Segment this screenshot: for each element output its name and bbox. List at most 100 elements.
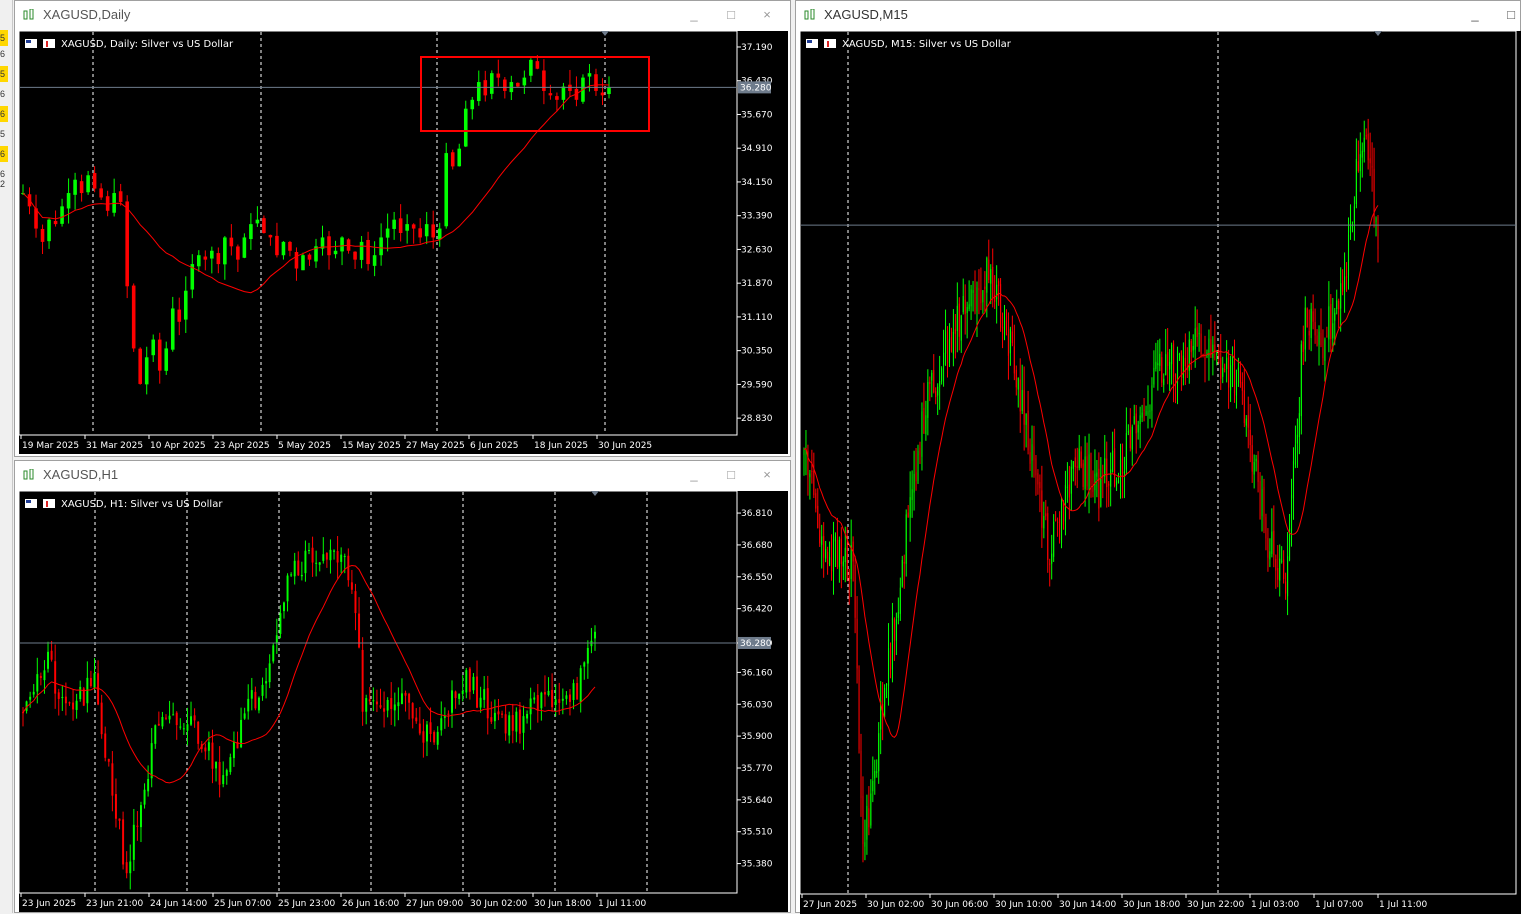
candle-body [1361,150,1363,158]
candle-body [457,148,462,167]
h1-chart-window[interactable]: XAGUSD,H1 _ □ × XAGUSD, H1: Silver vs US… [14,460,791,913]
candle-body [193,715,196,721]
candle-body [1116,480,1118,485]
candle-body [325,552,328,560]
chart-icon [23,9,34,20]
candle-body [1039,481,1041,489]
maximize-button[interactable]: □ [720,5,742,25]
candle-body [86,175,90,193]
candle-body [503,79,507,91]
candle-body [333,550,336,552]
daily-chart-window[interactable]: XAGUSD,Daily _ □ × XAGUSD, Daily: Silver… [14,0,791,457]
candle-body [54,661,57,694]
candle-body [821,536,823,545]
candle-body [479,697,482,708]
candle-body [889,651,892,671]
candle-body [79,181,84,194]
candle-body [425,724,428,742]
candle-body [437,228,442,240]
candle-body [372,255,377,266]
candle-body [939,381,941,387]
candle-body [418,723,421,734]
candle-body [576,683,579,700]
candle-body [179,726,182,728]
h1-chart-area[interactable]: XAGUSD, H1: Silver vs US Dollar 36.810 36.… [19,491,788,912]
candle-body [172,714,175,716]
candle-body [522,716,525,733]
candle-body [347,555,350,581]
candle-body [1055,518,1057,521]
candle-body [138,348,142,384]
maximize-button[interactable]: □ [720,465,742,485]
candle-body [463,108,468,147]
m15-chart-area[interactable]: XAGUSD, M15: Silver vs US Dollar 27 Jun 2… [800,31,1521,914]
m15-chart[interactable]: XAGUSD, M15: Silver vs US Dollar 27 Jun 2… [800,31,1521,914]
candle-body [968,304,970,309]
side-mark: 5 [0,129,6,139]
candle-body [958,303,960,337]
candle-body [561,698,564,701]
candle-body [411,703,414,719]
side-mark: 6 [0,49,6,59]
minimize-button[interactable]: _ [1464,5,1486,25]
candle-body [236,246,240,260]
candle-body [1068,484,1070,498]
daily-titlebar[interactable]: XAGUSD,Daily _ □ × [15,1,790,29]
close-button[interactable]: × [756,465,778,485]
candle-body [891,617,893,670]
candle-body [518,709,521,734]
time-label: 25 Jun 07:00 [214,899,271,909]
candle-body [1198,333,1200,335]
h1-chart[interactable]: XAGUSD, H1: Silver vs US Dollar 36.810 36.… [19,491,788,912]
candle-body [1145,411,1147,415]
candle-body [1139,415,1141,425]
candle-body [73,179,77,195]
candle-body [878,733,880,772]
candle-body [496,73,501,78]
daily-chart-area[interactable]: XAGUSD, Daily: Silver vs US Dollar 37.190… [19,31,788,454]
time-label: 23 Jun 2025 [22,899,76,909]
price-label: 31.110 [741,313,773,323]
candle-body [917,450,919,481]
maximize-button[interactable]: □ [1500,5,1521,25]
candle-body [1300,344,1302,417]
candle-body [329,549,332,561]
candle-body [587,73,592,77]
candle-body [1314,322,1316,336]
candle-body [1340,283,1342,309]
h1-titlebar[interactable]: XAGUSD,H1 _ □ × [15,461,790,489]
candle-body [322,554,325,561]
candle-body [864,842,866,847]
candle-body [400,693,403,705]
candle-body [1064,484,1066,522]
candle-body [294,252,299,269]
candle-body [590,640,593,647]
candle-body [903,562,905,564]
candle-body [964,299,966,315]
candle-body [522,77,527,86]
time-label: 5 May 2025 [278,441,331,451]
candle-body [815,493,817,509]
m15-titlebar[interactable]: XAGUSD,M15 _ □ [796,1,1520,29]
candle-body [1192,346,1194,351]
daily-chart[interactable]: XAGUSD, Daily: Silver vs US Dollar 37.190… [19,31,788,454]
candle-body [1194,328,1196,350]
candle-body [422,731,425,743]
candle-body [1373,168,1375,224]
candle-body [594,74,598,91]
time-label: 1 Jul 11:00 [1379,900,1428,910]
close-button[interactable]: × [756,5,778,25]
candle-body [1255,458,1257,462]
candle-body [1104,458,1106,477]
minimize-button[interactable]: _ [683,5,705,25]
minimize-button[interactable]: _ [683,465,705,485]
candle-body [919,447,921,455]
m15-chart-window[interactable]: XAGUSD,M15 _ □ XAGUSD, M15: Silver vs US… [795,0,1521,914]
candle-body [1151,385,1153,411]
candle-body [548,93,553,96]
candle-body [211,742,214,769]
candle-body [203,256,208,260]
candle-body [555,96,559,100]
candle-body [272,645,275,662]
candle-body [1247,415,1249,428]
